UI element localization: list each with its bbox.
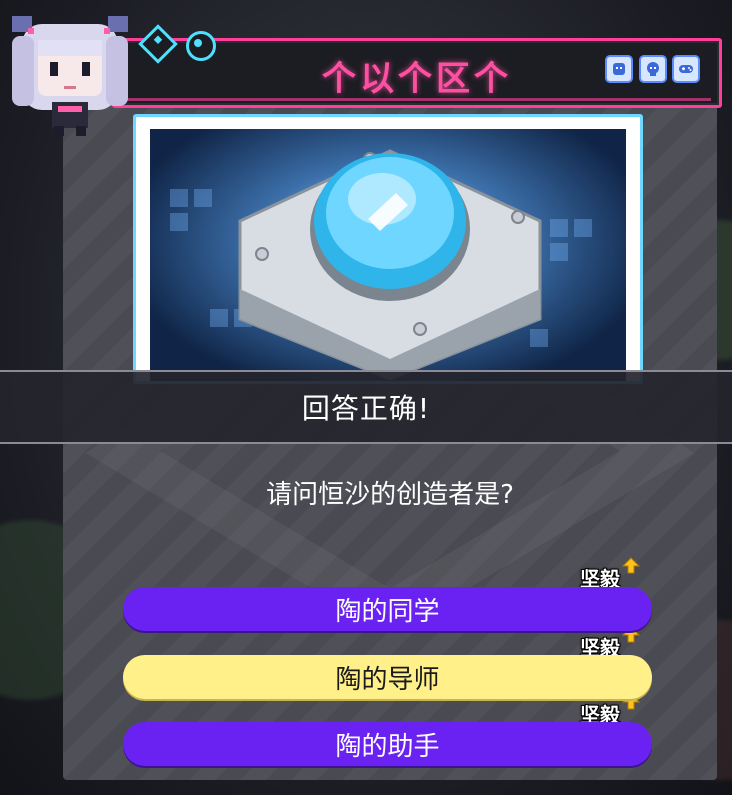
answer-label: 陶的导师 bbox=[335, 664, 440, 695]
character-avatar bbox=[12, 16, 128, 136]
skull-icon bbox=[647, 62, 659, 76]
question-image bbox=[150, 129, 626, 381]
answer-button[interactable]: 陶的同学 bbox=[123, 587, 652, 631]
skull-button[interactable] bbox=[639, 55, 667, 83]
button-device-illustration bbox=[170, 149, 592, 381]
answer-label: 陶的助手 bbox=[335, 731, 440, 762]
arrow-up-icon bbox=[622, 557, 640, 574]
question-image-frame bbox=[133, 114, 643, 384]
gamepad-icon bbox=[679, 65, 693, 73]
gamepad-button[interactable] bbox=[672, 55, 700, 83]
ghost-button[interactable] bbox=[605, 55, 633, 83]
answer-label: 陶的同学 bbox=[335, 596, 440, 627]
question-text: 请问恒沙的创造者是? bbox=[266, 480, 514, 510]
result-banner: 回答正确! bbox=[0, 370, 732, 444]
answer-button[interactable]: 陶的助手 bbox=[123, 722, 652, 766]
result-text: 回答正确! bbox=[301, 392, 431, 425]
answer-button-correct[interactable]: 陶的导师 bbox=[123, 655, 652, 699]
title-underline bbox=[123, 98, 711, 101]
ghost-icon bbox=[613, 63, 625, 75]
ring-icon bbox=[186, 31, 216, 61]
